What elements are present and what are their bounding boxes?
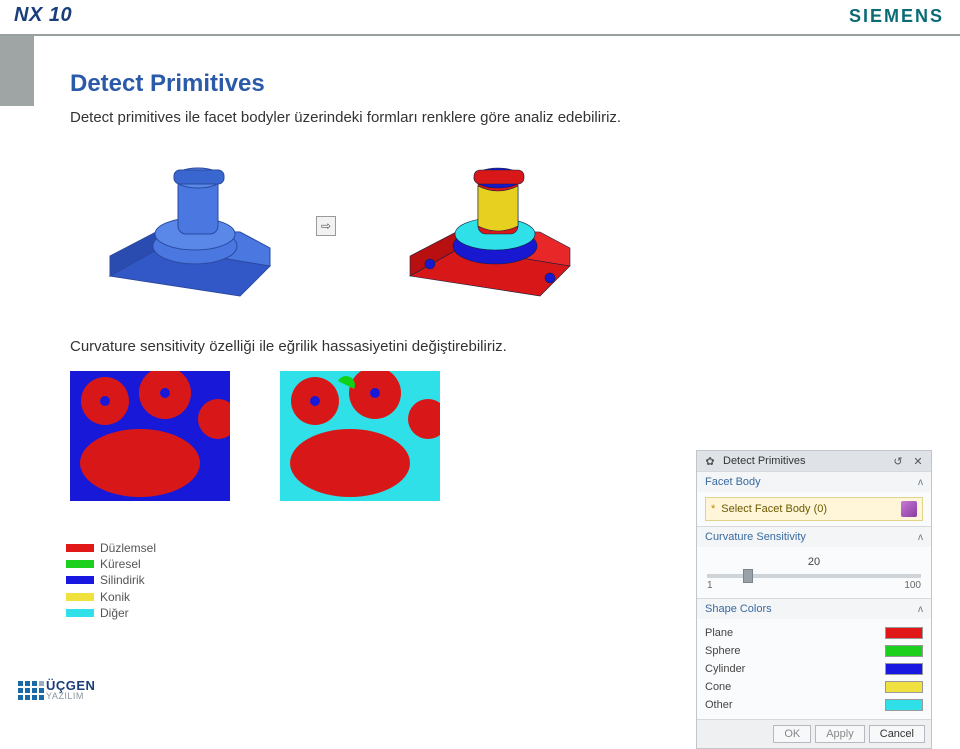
slider-thumb[interactable] [743, 569, 753, 583]
shape-label: Plane [705, 627, 885, 639]
shape-colors-section-header[interactable]: Shape Colors ʌ [697, 598, 931, 619]
footer-logo: ÜÇGEN YAZILIM [18, 679, 95, 701]
shape-color-row: Other [705, 696, 923, 714]
chevron-up-icon: ʌ [918, 532, 923, 543]
legend-item: Konik [66, 589, 156, 605]
color-chip[interactable] [885, 681, 923, 693]
legend-item: Silindirik [66, 572, 156, 588]
header-accent-bar [0, 36, 34, 106]
legend-label: Küresel [100, 556, 141, 572]
slide-header: NX 10 SIEMENS [0, 0, 960, 38]
footer-brand2: YAZILIM [46, 692, 95, 701]
page-title: Detect Primitives [70, 70, 940, 98]
section-label: Shape Colors [705, 603, 918, 615]
brand-name: SIEMENS [849, 6, 944, 27]
chevron-up-icon: ʌ [918, 477, 923, 488]
model-after [400, 156, 580, 306]
shape-color-row: Sphere [705, 642, 923, 660]
ok-button[interactable]: OK [773, 725, 811, 743]
detect-primitives-dialog: ✿ Detect Primitives ↺ ✕ Facet Body ʌ * S… [696, 450, 932, 749]
slider-value: 20 [707, 556, 921, 568]
slider-range: 1 100 [707, 580, 921, 591]
legend-item: Düzlemsel [66, 540, 156, 556]
shape-label: Other [705, 699, 885, 711]
curvature-sample-high [280, 371, 440, 501]
legend-chip [66, 609, 94, 617]
legend-item: Diğer [66, 605, 156, 621]
intro-text: Detect primitives ile facet bodyler üzer… [70, 108, 750, 128]
color-chip[interactable] [885, 627, 923, 639]
slider-track[interactable] [707, 574, 921, 578]
legend-label: Diğer [100, 605, 129, 621]
shape-label: Sphere [705, 645, 885, 657]
footer-brand-text: ÜÇGEN YAZILIM [46, 679, 95, 701]
product-name: NX 10 [14, 4, 72, 27]
legend-label: Düzlemsel [100, 540, 156, 556]
facet-body-section-header[interactable]: Facet Body ʌ [697, 471, 931, 492]
legend-chip [66, 560, 94, 568]
section-label: Facet Body [705, 476, 918, 488]
section-label: Curvature Sensitivity [705, 531, 918, 543]
slider-max: 100 [904, 580, 921, 591]
legend-chip [66, 544, 94, 552]
dialog-button-row: OK Apply Cancel [697, 719, 931, 748]
color-chip[interactable] [885, 645, 923, 657]
close-icon[interactable]: ✕ [911, 454, 925, 468]
shape-colors-section: Plane Sphere Cylinder Cone Other [697, 619, 931, 719]
facet-body-picker-icon[interactable] [901, 501, 917, 517]
desc-text-2: Curvature sensitivity özelliği ile eğril… [70, 338, 940, 355]
required-star-icon: * [711, 503, 715, 515]
legend-chip [66, 593, 94, 601]
curvature-section: 20 1 100 [697, 547, 931, 598]
curvature-slider[interactable]: 20 1 100 [705, 552, 923, 593]
chevron-up-icon: ʌ [918, 604, 923, 615]
facet-body-section: * Select Facet Body (0) [697, 492, 931, 526]
legend-chip [66, 576, 94, 584]
reset-icon[interactable]: ↺ [891, 454, 905, 468]
header-divider [0, 34, 960, 36]
gear-icon: ✿ [703, 454, 717, 468]
logo-dots-icon [18, 681, 44, 700]
arrow-icon: ⇨ [316, 216, 336, 236]
dialog-title: Detect Primitives [723, 455, 885, 467]
color-chip[interactable] [885, 699, 923, 711]
figure-row-1: ⇨ [70, 146, 600, 316]
legend-item: Küresel [66, 556, 156, 572]
dialog-titlebar: ✿ Detect Primitives ↺ ✕ [697, 451, 931, 471]
shape-color-row: Cylinder [705, 660, 923, 678]
legend-label: Silindirik [100, 572, 145, 588]
apply-button[interactable]: Apply [815, 725, 865, 743]
color-chip[interactable] [885, 663, 923, 675]
curvature-sample-low [70, 371, 230, 501]
color-legend: Düzlemsel Küresel Silindirik Konik Diğer [66, 540, 156, 621]
shape-color-row: Plane [705, 624, 923, 642]
select-facet-body-label: Select Facet Body (0) [721, 503, 895, 515]
shape-label: Cone [705, 681, 885, 693]
shape-label: Cylinder [705, 663, 885, 675]
cancel-button[interactable]: Cancel [869, 725, 925, 743]
curvature-section-header[interactable]: Curvature Sensitivity ʌ [697, 526, 931, 547]
shape-color-row: Cone [705, 678, 923, 696]
select-facet-body-row[interactable]: * Select Facet Body (0) [705, 497, 923, 521]
legend-label: Konik [100, 589, 130, 605]
model-before [100, 156, 280, 306]
slider-min: 1 [707, 580, 713, 591]
